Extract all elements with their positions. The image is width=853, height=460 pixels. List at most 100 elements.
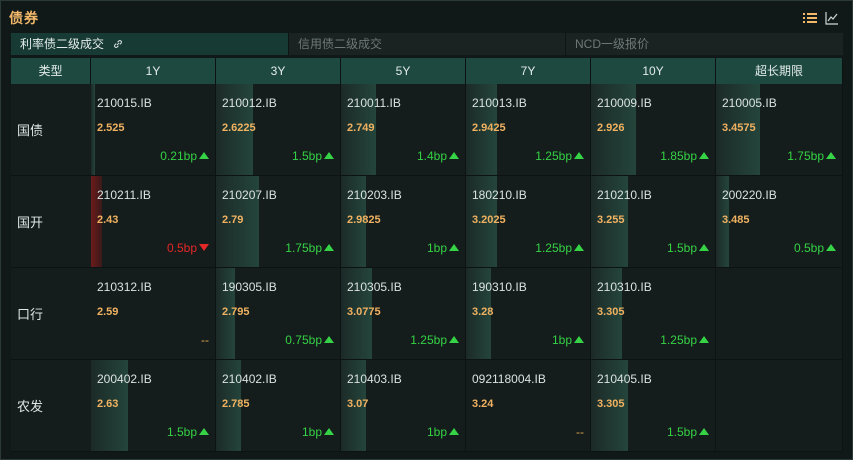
row-header: 国开 [11, 176, 91, 268]
yield-change-text: 1.75bp [787, 149, 824, 163]
arrow-up-icon [324, 336, 334, 343]
column-header-tenor: 1Y [91, 58, 216, 84]
bond-code: 200402.IB [97, 372, 152, 386]
arrow-up-icon [574, 336, 584, 343]
bond-yield: 2.9825 [347, 214, 381, 226]
bond-quote-cell[interactable]: 180210.IB 3.2025 1.25bp [466, 176, 591, 268]
bond-code: 210207.IB [222, 188, 277, 202]
arrow-down-icon [199, 244, 209, 251]
bond-yield: 2.749 [347, 122, 375, 134]
yield-change-text: 1.5bp [666, 425, 697, 439]
bond-yield: 2.6225 [222, 122, 256, 134]
bond-quote-cell[interactable]: 210211.IB 2.43 0.5bp [91, 176, 216, 268]
bond-code: 210310.IB [597, 280, 652, 294]
bond-code: 210011.IB [347, 96, 401, 110]
line-chart-icon[interactable] [825, 11, 839, 25]
yield-change: 0.21bp [160, 149, 209, 163]
bond-yield: 2.795 [222, 306, 250, 318]
bond-code: 210210.IB [597, 188, 652, 202]
row-header: 农发 [11, 360, 91, 452]
bond-yield: 2.525 [97, 122, 125, 134]
bond-code: 210015.IB [97, 96, 152, 110]
arrow-up-icon [574, 152, 584, 159]
yield-change-text: 1.75bp [285, 241, 322, 255]
bond-quote-cell[interactable]: 210011.IB 2.749 1.4bp [341, 84, 466, 176]
bond-grid: 类型 1Y 3Y 5Y 7Y 10Y 超长期限 国债 210015.IB 2.525 0.21bp 2… [11, 58, 843, 452]
panel-title: 债券 [9, 10, 39, 26]
column-header-tenor: 5Y [341, 58, 466, 84]
bond-yield: 2.43 [97, 214, 119, 226]
bond-quote-cell[interactable]: 210305.IB 3.0775 1.25bp [341, 268, 466, 360]
yield-change-text: 0.5bp [166, 241, 197, 255]
arrow-up-icon [324, 428, 334, 435]
bond-quote-cell[interactable]: 200220.IB 3.485 0.5bp [716, 176, 843, 268]
bond-quote-cell[interactable]: 190310.IB 3.28 1bp [466, 268, 591, 360]
tab-ncd-primary-quote[interactable]: NCD一级报价 [565, 33, 843, 55]
bond-yield: 3.305 [597, 306, 625, 318]
bond-yield: 3.255 [597, 214, 625, 226]
yield-change: 1.25bp [535, 241, 584, 255]
yield-change-text: 1bp [426, 425, 447, 439]
bond-quote-cell[interactable]: 200402.IB 2.63 1.5bp [91, 360, 216, 452]
bond-panel: 债券 利率债二级成交 信用债二级成交 NCD一级报价 类型 1Y 3Y 5Y 7… [0, 0, 853, 460]
yield-change-text: 0.5bp [793, 241, 824, 255]
list-icon[interactable] [803, 11, 817, 25]
bond-yield: 3.24 [472, 398, 494, 410]
yield-change: 0.75bp [285, 333, 334, 347]
bond-yield: 3.07 [347, 398, 369, 410]
bond-quote-cell[interactable]: 210312.IB 2.59 -- [91, 268, 216, 360]
yield-change: 1.75bp [787, 149, 836, 163]
bond-yield: 3.485 [722, 214, 750, 226]
bond-code: 210012.IB [222, 96, 277, 110]
empty-cell [716, 360, 843, 452]
bond-quote-cell[interactable]: 190305.IB 2.795 0.75bp [216, 268, 341, 360]
bond-code: 210402.IB [222, 372, 277, 386]
yield-change-text: 1bp [426, 241, 447, 255]
arrow-up-icon [324, 152, 334, 159]
bond-quote-cell[interactable]: 210405.IB 3.305 1.5bp [591, 360, 716, 452]
bond-quote-cell[interactable]: 210403.IB 3.07 1bp [341, 360, 466, 452]
arrow-up-icon [449, 152, 459, 159]
bond-quote-cell[interactable]: 210210.IB 3.255 1.5bp [591, 176, 716, 268]
bond-quote-cell[interactable]: 210207.IB 2.79 1.75bp [216, 176, 341, 268]
arrow-up-icon [699, 244, 709, 251]
yield-change-text: 1.25bp [535, 149, 572, 163]
row-header: 国债 [11, 84, 91, 176]
yield-change: 1bp [427, 241, 459, 255]
yield-change-text: 1.25bp [660, 333, 697, 347]
bond-quote-cell[interactable]: 210012.IB 2.6225 1.5bp [216, 84, 341, 176]
yield-change: -- [201, 333, 209, 347]
tab-credit-bond-secondary[interactable]: 信用债二级成交 [288, 33, 565, 55]
tab-label: 信用债二级成交 [298, 37, 383, 51]
yield-change-text: 0.21bp [160, 149, 197, 163]
bond-quote-cell[interactable]: 210013.IB 2.9425 1.25bp [466, 84, 591, 176]
yield-change: 1.25bp [535, 149, 584, 163]
arrow-up-icon [199, 428, 209, 435]
tab-rate-bond-secondary[interactable]: 利率债二级成交 [11, 33, 288, 55]
row-header: 口行 [11, 268, 91, 360]
arrow-up-icon [199, 152, 209, 159]
bond-quote-cell[interactable]: 210203.IB 2.9825 1bp [341, 176, 466, 268]
bond-quote-cell[interactable]: 210015.IB 2.525 0.21bp [91, 84, 216, 176]
yield-change-text: 1.4bp [416, 149, 447, 163]
yield-change: 1.85bp [660, 149, 709, 163]
bond-yield: 3.0775 [347, 306, 381, 318]
bond-yield: 2.63 [97, 398, 119, 410]
bond-quote-cell[interactable]: 092118004.IB 3.24 -- [466, 360, 591, 452]
bond-code: 210211.IB [97, 188, 151, 202]
yield-change: 1.5bp [667, 241, 709, 255]
bond-code: 210312.IB [97, 280, 152, 294]
yield-change: 1bp [302, 425, 334, 439]
yield-change-text: 1.85bp [660, 149, 697, 163]
bond-code: 180210.IB [472, 188, 527, 202]
yield-change-text: 1bp [551, 333, 572, 347]
tab-label: NCD一级报价 [575, 37, 649, 51]
bond-quote-cell[interactable]: 210310.IB 3.305 1.25bp [591, 268, 716, 360]
arrow-up-icon [324, 244, 334, 251]
yield-change: 1.5bp [292, 149, 334, 163]
bond-quote-cell[interactable]: 210009.IB 2.926 1.85bp [591, 84, 716, 176]
bond-code: 210405.IB [597, 372, 652, 386]
bond-yield: 2.785 [222, 398, 250, 410]
bond-quote-cell[interactable]: 210005.IB 3.4575 1.75bp [716, 84, 843, 176]
bond-quote-cell[interactable]: 210402.IB 2.785 1bp [216, 360, 341, 452]
